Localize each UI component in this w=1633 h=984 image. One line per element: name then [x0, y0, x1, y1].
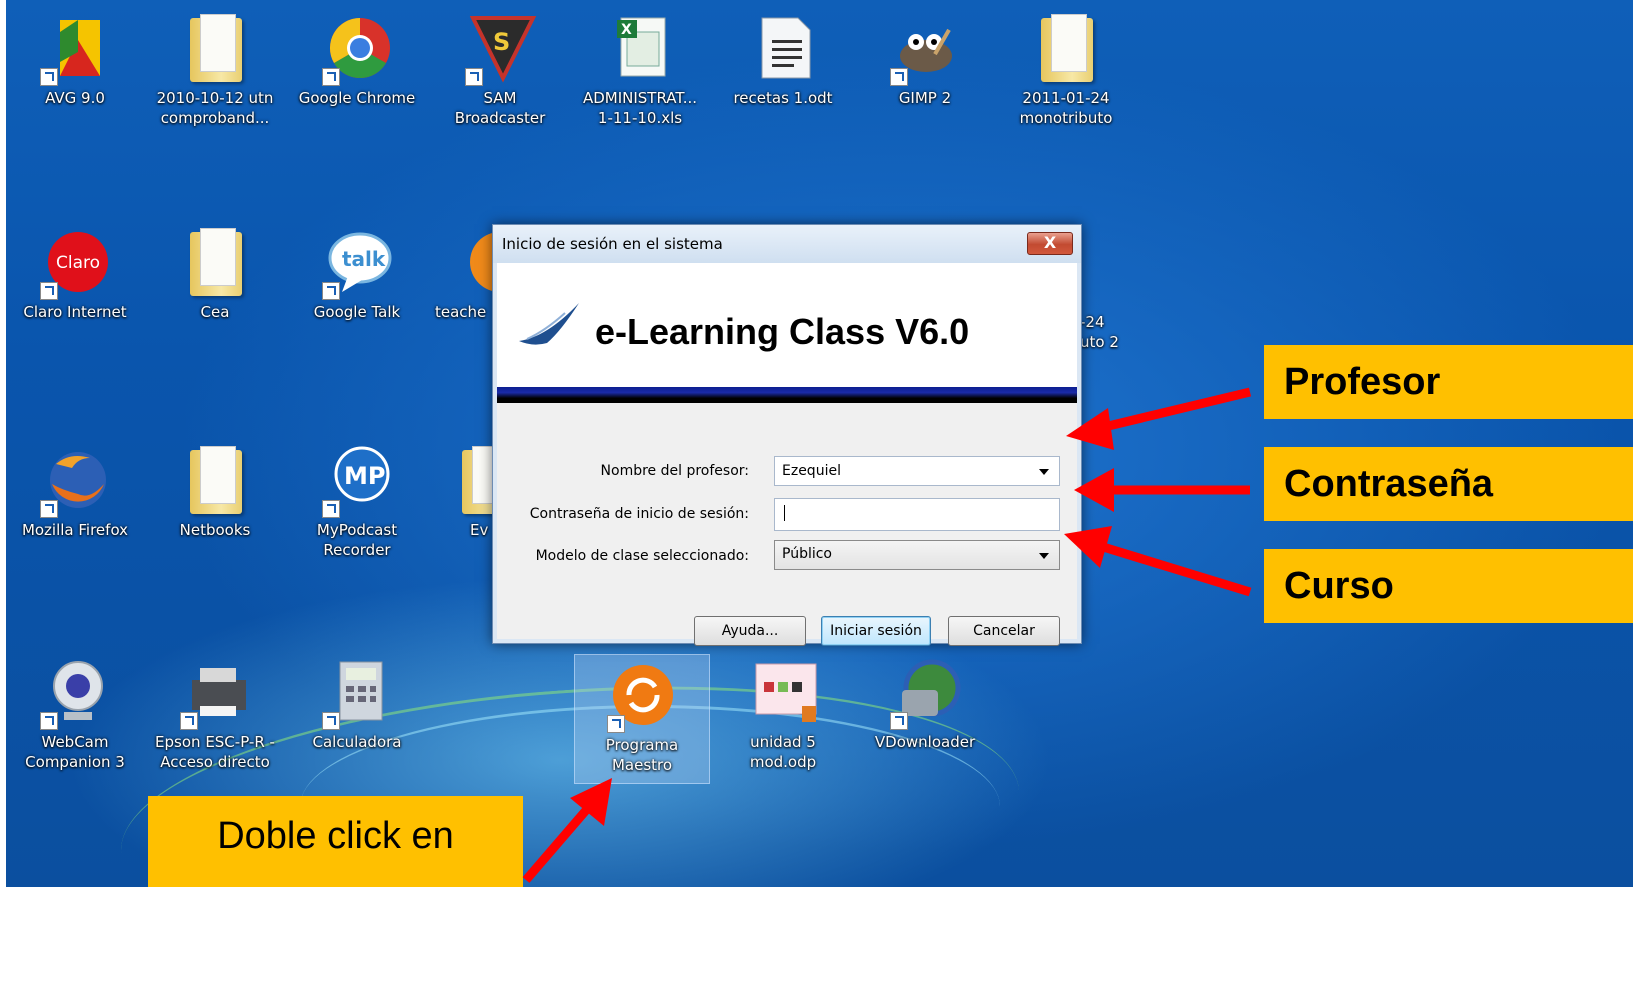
annotation-arrows [522, 387, 1252, 883]
arrow-to-profesor [1066, 387, 1252, 450]
arrow-to-curso [1064, 526, 1252, 597]
arrow-to-contrasena [1074, 468, 1250, 512]
left-margin [0, 0, 6, 887]
arrow-to-programa-maestro [522, 778, 612, 883]
